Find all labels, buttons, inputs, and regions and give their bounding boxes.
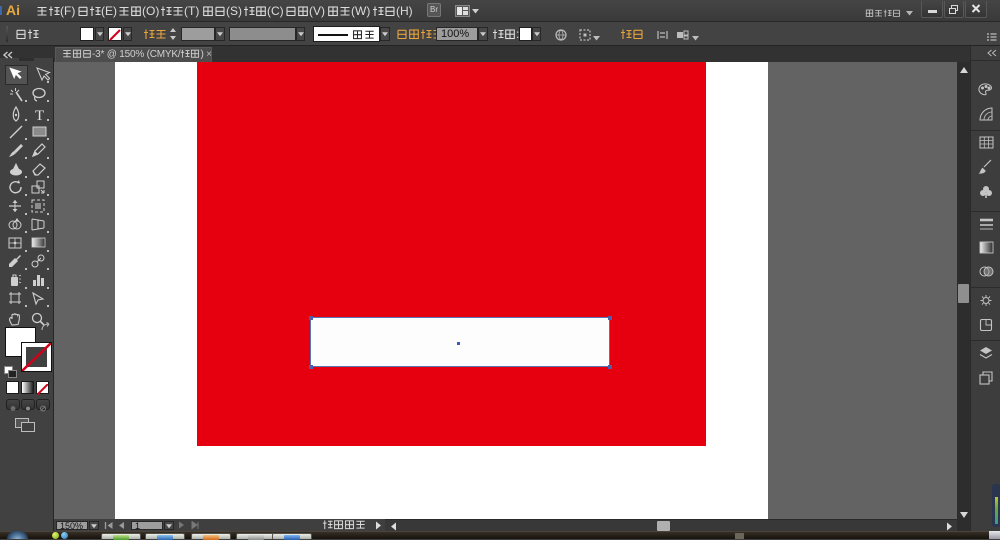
svg-text:T: T	[35, 108, 44, 124]
